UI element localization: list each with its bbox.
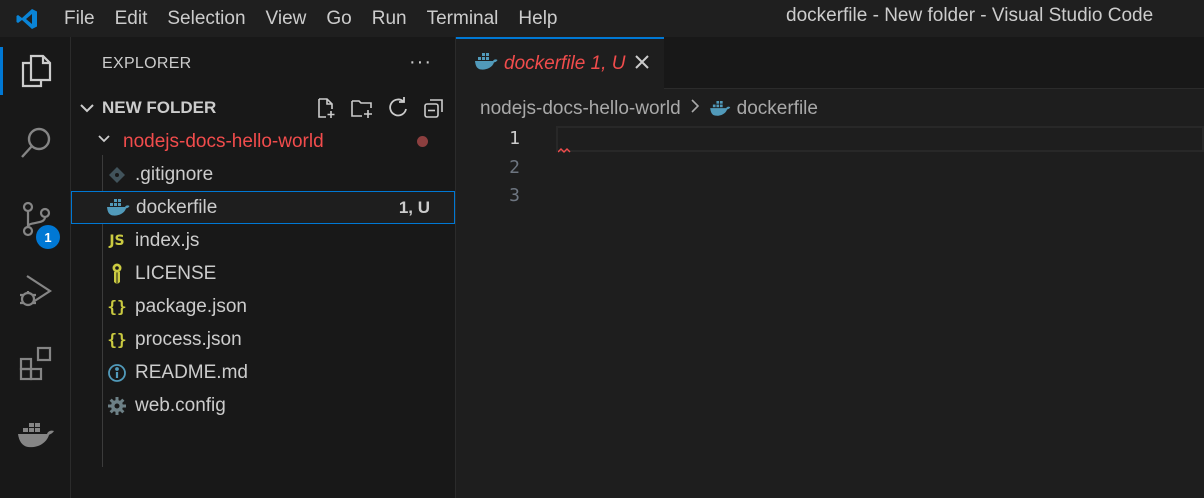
menu-terminal[interactable]: Terminal: [417, 0, 509, 37]
menu-file[interactable]: File: [54, 0, 105, 37]
js-icon: JS: [109, 232, 125, 249]
chevron-down-icon: [96, 131, 112, 152]
file-row-dockerfile[interactable]: dockerfile 1, U: [71, 191, 455, 224]
file-label: dockerfile: [136, 196, 218, 218]
tab-dockerfile[interactable]: dockerfile 1, U: [456, 37, 664, 89]
folder-header[interactable]: NEW FOLDER: [71, 94, 455, 122]
explorer-sidebar: EXPLORER ··· NEW FOLDER nodejs-docs-hell…: [71, 37, 456, 498]
explorer-icon[interactable]: [0, 41, 71, 101]
json-icon: {}: [107, 330, 127, 349]
menu-view[interactable]: View: [256, 0, 317, 37]
new-file-icon[interactable]: [313, 94, 339, 122]
source-control-icon[interactable]: 1: [0, 189, 71, 249]
current-line-highlight: [556, 126, 1204, 152]
search-icon[interactable]: [0, 113, 71, 173]
json-icon: {}: [107, 297, 127, 316]
line-number: 3: [509, 185, 520, 206]
file-row-readme[interactable]: README.md: [71, 356, 455, 389]
more-actions-icon[interactable]: ···: [409, 51, 432, 74]
file-label: index.js: [135, 229, 200, 251]
info-icon: [105, 361, 129, 385]
file-row-license[interactable]: LICENSE: [71, 257, 455, 290]
extensions-icon[interactable]: [0, 333, 71, 393]
file-status-badge: 1, U: [398, 197, 430, 217]
git-icon: [105, 163, 129, 187]
refresh-icon[interactable]: [385, 94, 411, 122]
file-label: .gitignore: [135, 163, 214, 185]
modified-dot: [417, 136, 428, 147]
tab-label: dockerfile 1, U: [504, 53, 626, 74]
breadcrumb-folder[interactable]: nodejs-docs-hello-world: [480, 98, 681, 120]
file-label: package.json: [135, 295, 247, 317]
new-folder-icon[interactable]: [349, 94, 375, 122]
menu-go[interactable]: Go: [316, 0, 361, 37]
editor-tab-bar: dockerfile 1, U: [456, 37, 1204, 89]
file-label: README.md: [135, 361, 248, 383]
line-number: 1: [509, 128, 520, 149]
collapse-all-icon[interactable]: [421, 94, 447, 122]
file-label: LICENSE: [135, 262, 217, 284]
menu-bar: File Edit Selection View Go Run Terminal…: [54, 0, 568, 37]
chevron-down-icon: [78, 99, 96, 122]
subfolder-label: nodejs-docs-hello-world: [123, 130, 324, 152]
file-row-index-js[interactable]: JS index.js: [71, 224, 455, 257]
title-bar: File Edit Selection View Go Run Terminal…: [0, 0, 1204, 37]
tree-folder-row[interactable]: nodejs-docs-hello-world: [71, 125, 455, 158]
activity-bar: 1: [0, 37, 71, 498]
file-label: web.config: [135, 394, 226, 416]
menu-run[interactable]: Run: [362, 0, 417, 37]
code-editor[interactable]: 1 2 3: [456, 122, 1204, 498]
license-icon: [105, 262, 129, 286]
error-squiggle: [558, 148, 571, 153]
docker-icon: [106, 196, 130, 220]
docker-icon: [474, 53, 498, 76]
file-row-package-json[interactable]: {} package.json: [71, 290, 455, 323]
folder-header-actions: [313, 94, 447, 122]
window-title: dockerfile - New folder - Visual Studio …: [786, 5, 1154, 26]
vscode-logo-icon: [0, 0, 54, 37]
run-debug-icon[interactable]: [0, 261, 71, 321]
breadcrumb: nodejs-docs-hello-world dockerfile: [480, 96, 818, 122]
menu-help[interactable]: Help: [508, 0, 567, 37]
docker-icon: [709, 101, 731, 117]
chevron-right-icon: [689, 98, 701, 120]
explorer-title: EXPLORER: [102, 55, 192, 72]
file-row-gitignore[interactable]: .gitignore: [71, 158, 455, 191]
docker-icon[interactable]: [0, 405, 71, 465]
line-number: 2: [509, 157, 520, 178]
file-row-process-json[interactable]: {} process.json: [71, 323, 455, 356]
breadcrumb-file[interactable]: dockerfile: [737, 98, 818, 120]
file-label: process.json: [135, 328, 242, 350]
file-row-web-config[interactable]: web.config: [71, 389, 455, 422]
menu-selection[interactable]: Selection: [157, 0, 255, 37]
gear-icon: [105, 394, 129, 418]
close-icon[interactable]: [632, 52, 652, 77]
source-control-badge: 1: [36, 225, 60, 249]
menu-edit[interactable]: Edit: [105, 0, 158, 37]
folder-name: NEW FOLDER: [102, 98, 217, 117]
